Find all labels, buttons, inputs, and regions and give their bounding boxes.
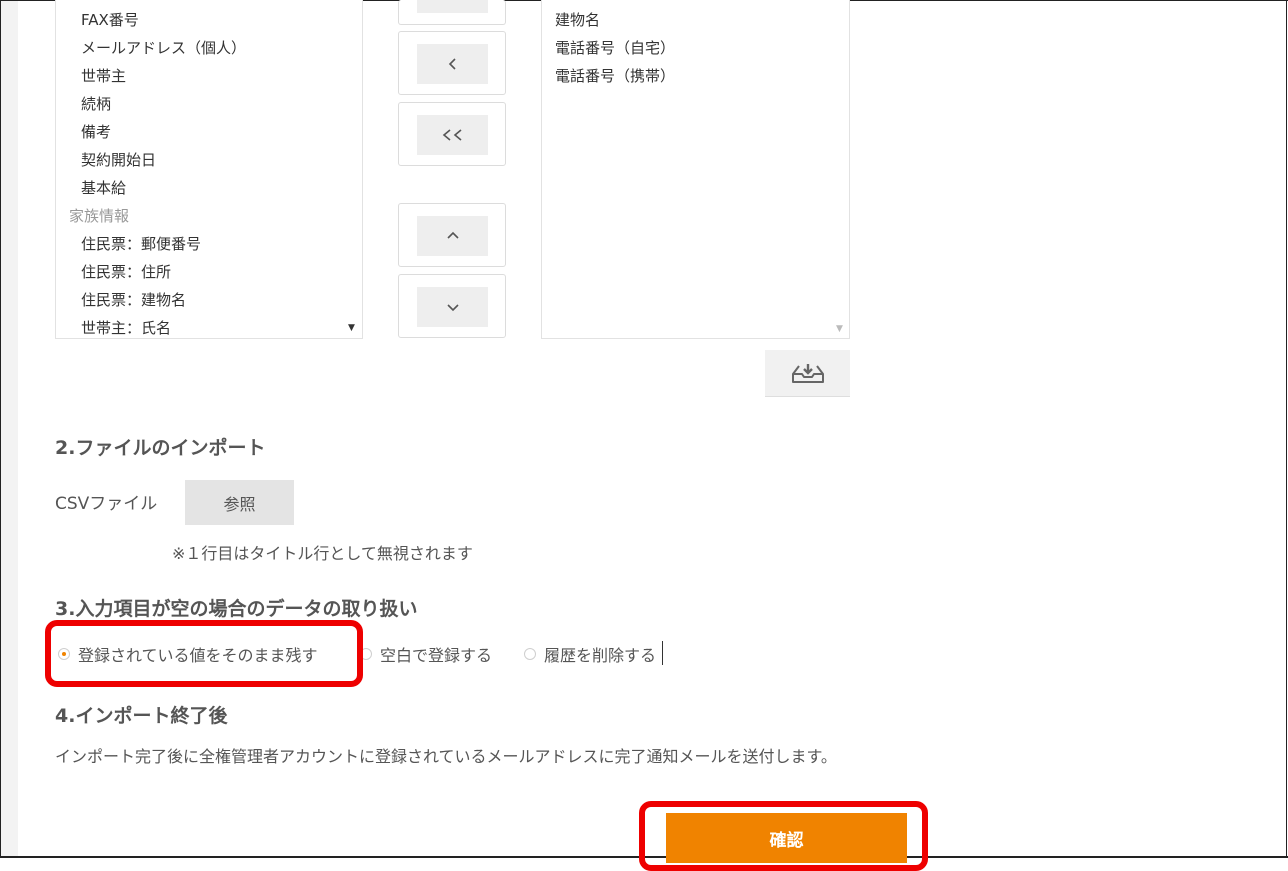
available-fields-list[interactable]: FAX番号 メールアドレス（個人） 世帯主 続柄 備考 契約開始日 基本給 家族…	[55, 0, 363, 339]
highlight-annotation	[45, 620, 363, 687]
chevron-left-icon	[448, 58, 456, 70]
csv-file-label: CSVファイル	[55, 494, 158, 514]
notification-description: インポート完了後に全権管理者アカウントに登録されているメールアドレスに完了通知メ…	[55, 747, 837, 766]
text-cursor	[662, 641, 663, 665]
list-item[interactable]: メールアドレス（個人）	[81, 38, 246, 58]
list-item[interactable]: 続柄	[81, 94, 111, 114]
section-title-empty-handling: 3.入力項目が空の場合のデータの取り扱い	[55, 598, 418, 620]
section-title-after-import: 4.インポート終了後	[55, 705, 228, 727]
move-right-button[interactable]	[398, 0, 506, 25]
highlight-annotation	[639, 801, 928, 871]
export-button[interactable]	[765, 350, 850, 397]
list-item[interactable]: 電話番号（自宅）	[555, 38, 675, 58]
chevron-down-icon	[446, 304, 459, 312]
list-item[interactable]: 基本給	[81, 178, 126, 198]
move-left-button[interactable]	[398, 31, 506, 95]
list-item[interactable]: FAX番号	[81, 10, 139, 30]
selected-fields-list[interactable]: 建物名 電話番号（自宅） 電話番号（携帯） ▼	[541, 0, 850, 339]
chevron-up-icon	[446, 231, 459, 239]
download-tray-icon	[791, 364, 824, 383]
radio-label: 履歴を削除する	[544, 646, 657, 665]
radio-delete-history[interactable]: 履歴を削除する	[524, 643, 656, 665]
list-group-label: 家族情報	[69, 207, 130, 225]
list-item[interactable]: 建物名	[555, 10, 600, 30]
scroll-down-arrow-icon[interactable]: ▼	[348, 324, 355, 333]
radio-button[interactable]	[524, 648, 536, 660]
scroll-down-arrow-icon[interactable]: ▼	[836, 325, 843, 334]
list-item[interactable]: 契約開始日	[81, 150, 156, 170]
left-gutter	[1, 1, 18, 856]
list-item[interactable]: 電話番号（携帯）	[555, 66, 675, 86]
double-chevron-left-icon	[442, 129, 462, 141]
list-item[interactable]: 住民票：郵便番号	[81, 234, 201, 254]
list-item[interactable]: 住民票：建物名	[81, 290, 186, 310]
move-all-left-button[interactable]	[398, 102, 506, 166]
title-row-note: ※１行目はタイトル行として無視されます	[172, 544, 473, 563]
move-up-button[interactable]	[398, 203, 506, 267]
move-down-button[interactable]	[398, 274, 506, 338]
section-title-file-import: 2.ファイルのインポート	[55, 437, 266, 459]
list-item[interactable]: 備考	[81, 122, 111, 142]
radio-register-blank[interactable]: 空白で登録する	[360, 643, 492, 665]
list-item[interactable]: 世帯主：氏名	[81, 318, 171, 338]
list-item[interactable]: 世帯主	[81, 66, 126, 86]
browse-button[interactable]: 参照	[185, 480, 294, 525]
radio-label: 空白で登録する	[380, 646, 493, 665]
list-item[interactable]: 住民票：住所	[81, 262, 171, 282]
